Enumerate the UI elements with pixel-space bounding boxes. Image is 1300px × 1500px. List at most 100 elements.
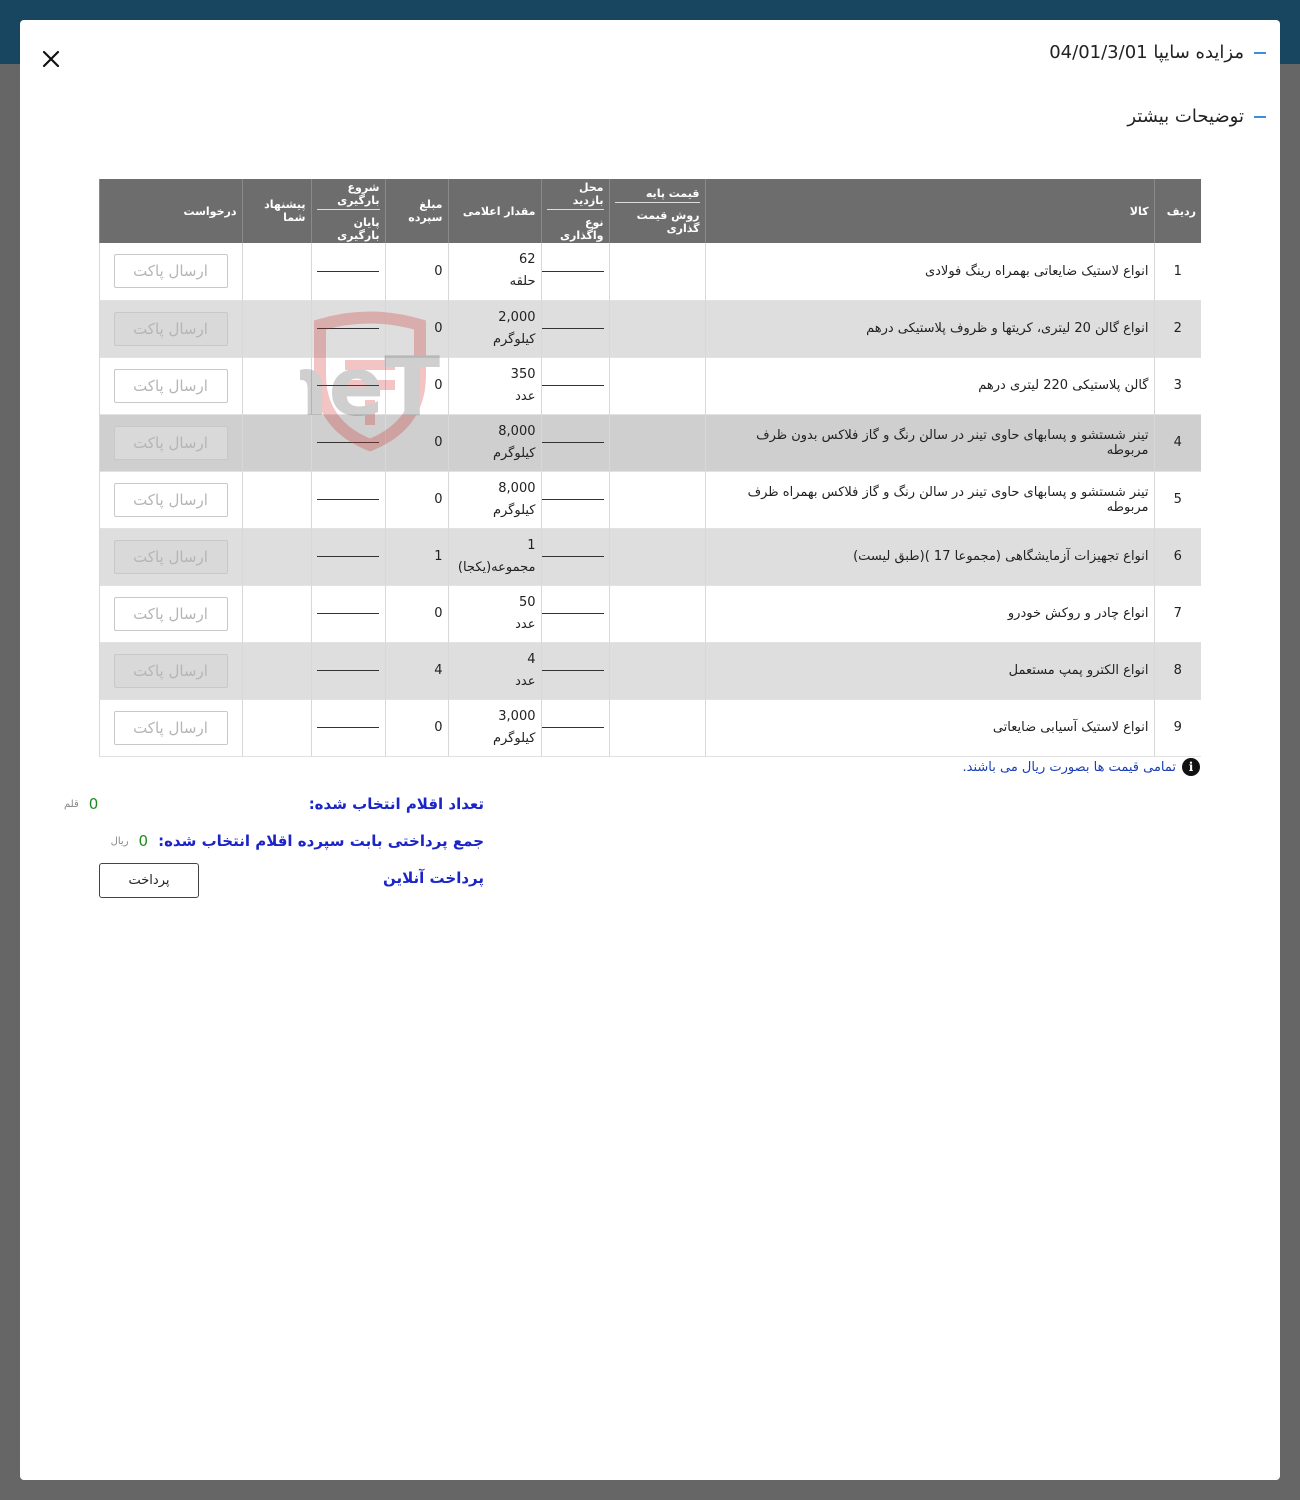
your-offer-cell [241,642,311,699]
quantity-cell: 3,000 کیلوگرم [447,699,541,756]
table-row: 8 انواع الکترو پمپ مستعمل 4 عدد 4 ارسال پاکت [98,642,1201,699]
empty-dash [541,670,604,671]
empty-dash [541,613,604,614]
empty-dash [317,613,379,614]
base-price-cell [608,243,705,300]
table-row: 6 انواع تجهیزات آزمایشگاهی (مجموعا 17 )(ط… [98,528,1201,585]
deposit-cell: 4 [384,642,448,699]
selected-count-row: تعداد اقلام انتخاب شده: 0 قلم [64,795,484,813]
online-payment-label: پرداخت آنلاین [382,869,484,887]
send-envelope-button[interactable]: ارسال پاکت [113,368,228,403]
base-price-cell [608,414,705,471]
empty-dash [541,270,604,272]
request-cell: ارسال پاکت [98,699,242,756]
col-visit-header: محل بازدید نوع واگذاری [540,179,609,243]
send-envelope-button[interactable]: ارسال پاکت [113,425,228,460]
row-number: 7 [1153,585,1201,642]
request-cell: ارسال پاکت [98,642,242,699]
modal-title: مزایده سایپا 04/01/3/01 [1049,42,1266,63]
request-cell: ارسال پاکت [98,528,242,585]
visit-place-cell [540,414,609,471]
request-cell: ارسال پاکت [98,471,242,528]
row-number: 6 [1153,528,1201,585]
title-dash-icon [1254,51,1266,54]
table-header-row: ردیف کالا قیمت پایه روش قیمت گذاری محل با… [98,179,1201,243]
quantity-cell: 62 حلقه [447,243,541,300]
send-envelope-button[interactable]: ارسال پاکت [113,653,228,688]
your-offer-cell [241,699,311,756]
empty-dash [541,328,604,329]
row-number: 8 [1153,642,1201,699]
loading-dates-cell [310,300,385,357]
deposit-total-value: 0 [138,832,149,850]
row-number: 5 [1153,471,1201,528]
deposit-total-label: جمع پرداختی بابت سپرده اقلام انتخاب شده: [158,832,484,850]
empty-dash [317,727,379,728]
modal-title-text: مزایده سایپا 04/01/3/01 [1049,42,1244,63]
item-name: انواع چادر و روکش خودرو [704,585,1154,642]
selected-count-label: تعداد اقلام انتخاب شده: [308,795,484,813]
selected-count-value: 0 [88,795,99,813]
row-number: 2 [1153,300,1201,357]
items-table: ردیف کالا قیمت پایه روش قیمت گذاری محل با… [98,179,1201,757]
col-row-header: ردیف [1153,179,1201,243]
col-price-header: قیمت پایه روش قیمت گذاری [608,179,705,243]
col-item-header: کالا [704,179,1154,243]
visit-place-cell [540,699,609,756]
deposit-cell: 0 [384,357,448,414]
loading-dates-cell [310,699,385,756]
base-price-cell [608,300,705,357]
base-price-cell [608,471,705,528]
visit-place-cell [540,471,609,528]
your-offer-cell [241,300,311,357]
send-envelope-button[interactable]: ارسال پاکت [113,539,228,574]
empty-dash [317,328,379,329]
base-price-cell [608,699,705,756]
request-cell: ارسال پاکت [98,414,242,471]
send-envelope-button[interactable]: ارسال پاکت [113,710,228,745]
loading-dates-cell [310,471,385,528]
close-icon[interactable] [40,48,62,70]
quantity-cell: 4 عدد [447,642,541,699]
loading-dates-cell [310,642,385,699]
col-offer-header: پیشنهاد شما [241,179,311,243]
more-info-toggle[interactable]: توضیحات بیشتر [1127,106,1266,127]
row-number: 1 [1153,243,1201,300]
send-envelope-button[interactable]: ارسال پاکت [113,482,228,517]
empty-dash [541,499,604,500]
your-offer-cell [241,585,311,642]
request-cell: ارسال پاکت [98,357,242,414]
item-name: انواع تجهیزات آزمایشگاهی (مجموعا 17 )(طب… [704,528,1154,585]
request-cell: ارسال پاکت [98,585,242,642]
quantity-cell: 50 عدد [447,585,541,642]
col-request-header: درخواست [98,179,242,243]
row-number: 3 [1153,357,1201,414]
empty-dash [317,442,379,443]
deposit-cell: 0 [384,471,448,528]
request-cell: ارسال پاکت [98,243,242,300]
request-cell: ارسال پاکت [98,300,242,357]
send-envelope-button[interactable]: ارسال پاکت [113,596,228,631]
quantity-cell: 350 عدد [447,357,541,414]
quantity-cell: 1 مجموعه(یکجا) [447,528,541,585]
send-envelope-button[interactable]: ارسال پاکت [113,254,228,289]
pay-button[interactable]: پرداخت [99,863,199,898]
table-row: 4 تینر شستشو و پسابهای حاوی تینر در سالن … [98,414,1201,471]
col-quantity-header: مقدار اعلامی [447,179,541,243]
visit-place-cell [540,642,609,699]
item-name: انواع لاستیک آسیابی ضایعاتی [704,699,1154,756]
empty-dash [317,556,379,557]
info-icon: i [1182,758,1200,776]
deposit-total-unit: ریال [110,835,129,847]
item-name: گالن پلاستیکی 220 لیتری درهم [704,357,1154,414]
row-number: 4 [1153,414,1201,471]
table-row: 1 انواع لاستیک ضایعاتی بهمراه رینگ فولادی… [98,243,1201,300]
base-price-cell [608,357,705,414]
your-offer-cell [241,528,311,585]
deposit-total-row: جمع پرداختی بابت سپرده اقلام انتخاب شده:… [64,832,484,850]
send-envelope-button[interactable]: ارسال پاکت [113,311,228,346]
table-row: 3 گالن پلاستیکی 220 لیتری درهم 350 عدد 0 ارسا… [98,357,1201,414]
item-name: انواع الکترو پمپ مستعمل [704,642,1154,699]
items-table-container: ردیف کالا قیمت پایه روش قیمت گذاری محل با… [98,179,1201,757]
deposit-cell: 0 [384,414,448,471]
